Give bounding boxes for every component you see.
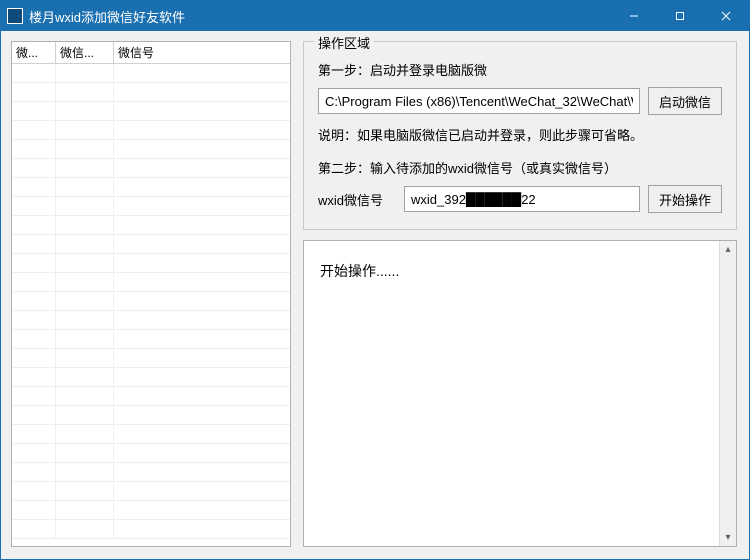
left-panel: 微... 微信... 微信号 — [11, 41, 291, 547]
titlebar: 楼月wxid添加微信好友软件 — [1, 1, 749, 31]
table-row — [12, 482, 290, 501]
maximize-button[interactable] — [657, 1, 703, 31]
log-text[interactable]: 开始操作...... — [304, 241, 719, 546]
table-row — [12, 463, 290, 482]
table-row — [12, 197, 290, 216]
table-row — [12, 159, 290, 178]
table-row — [12, 216, 290, 235]
operation-groupbox: 操作区域 第一步：启动并登录电脑版微 启动微信 说明：如果电脑版微信已启动并登录… — [303, 41, 737, 230]
table-header: 微... 微信... 微信号 — [12, 42, 290, 64]
table-row — [12, 425, 290, 444]
table-row — [12, 83, 290, 102]
log-scrollbar[interactable]: ▴ ▾ — [719, 241, 736, 546]
table-row — [12, 235, 290, 254]
table-row — [12, 121, 290, 140]
groupbox-legend: 操作区域 — [314, 33, 374, 52]
table-row — [12, 387, 290, 406]
start-operation-button[interactable]: 开始操作 — [648, 185, 722, 213]
table-row — [12, 349, 290, 368]
step1-note: 说明：如果电脑版微信已启动并登录，则此步骤可省略。 — [318, 125, 722, 144]
table-row — [12, 292, 290, 311]
app-icon — [7, 8, 23, 24]
table-row — [12, 102, 290, 121]
table-row — [12, 254, 290, 273]
scroll-track[interactable] — [720, 258, 736, 529]
launch-wechat-button[interactable]: 启动微信 — [648, 87, 722, 115]
column-header-1[interactable]: 微... — [12, 42, 56, 63]
app-window: 楼月wxid添加微信好友软件 微... 微信... 微信号 — [0, 0, 750, 560]
column-header-2[interactable]: 微信... — [56, 42, 114, 63]
table-row — [12, 330, 290, 349]
close-button[interactable] — [703, 1, 749, 31]
close-icon — [721, 11, 731, 21]
maximize-icon — [675, 11, 685, 21]
column-header-3[interactable]: 微信号 — [114, 42, 290, 63]
table-row — [12, 520, 290, 539]
table-row — [12, 444, 290, 463]
table-row — [12, 178, 290, 197]
log-area: 开始操作...... ▴ ▾ — [303, 240, 737, 547]
step2-label: 第二步：输入待添加的wxid微信号（或真实微信号） — [318, 158, 722, 177]
table-row — [12, 140, 290, 159]
scroll-up-icon[interactable]: ▴ — [720, 241, 736, 258]
minimize-button[interactable] — [611, 1, 657, 31]
wxid-field-label: wxid微信号 — [318, 190, 396, 209]
results-table[interactable]: 微... 微信... 微信号 — [11, 41, 291, 547]
wxid-input[interactable] — [404, 186, 640, 212]
table-row — [12, 64, 290, 83]
table-row — [12, 406, 290, 425]
minimize-icon — [629, 11, 639, 21]
table-row — [12, 311, 290, 330]
table-row — [12, 501, 290, 520]
wechat-path-input[interactable] — [318, 88, 640, 114]
scroll-down-icon[interactable]: ▾ — [720, 529, 736, 546]
client-area: 微... 微信... 微信号 — [1, 31, 749, 559]
table-row — [12, 273, 290, 292]
table-row — [12, 368, 290, 387]
step1-label: 第一步：启动并登录电脑版微 — [318, 60, 722, 79]
window-title: 楼月wxid添加微信好友软件 — [29, 7, 611, 26]
right-panel: 操作区域 第一步：启动并登录电脑版微 启动微信 说明：如果电脑版微信已启动并登录… — [303, 41, 737, 547]
table-body — [12, 64, 290, 546]
